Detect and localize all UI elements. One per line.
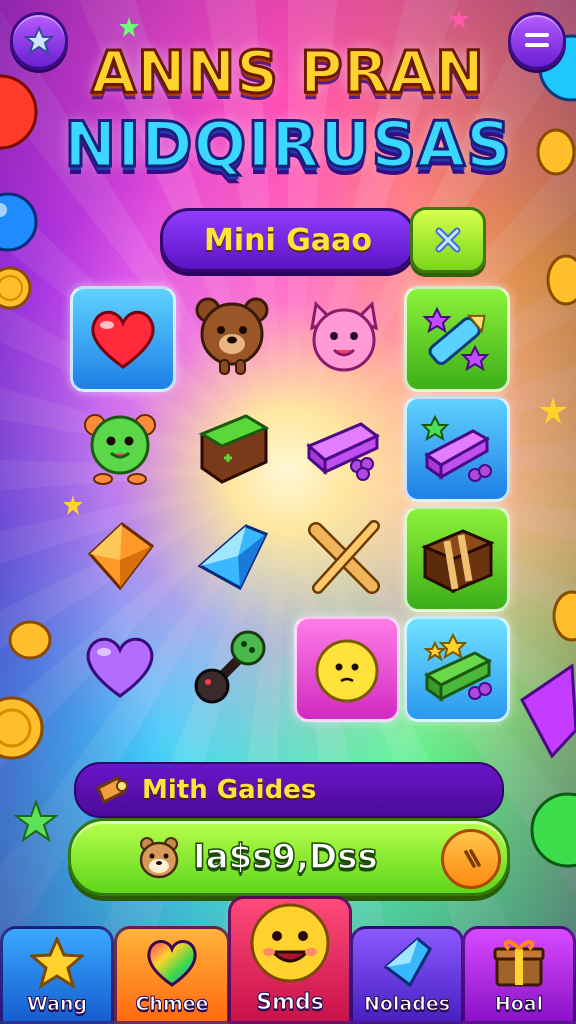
purple-gem-decoration [520, 663, 576, 759]
tab-smds-label: Smds [256, 990, 325, 1016]
grid-cell-green-monster[interactable] [70, 396, 170, 496]
star-decoration [14, 800, 58, 843]
score-action-button[interactable] [441, 829, 501, 889]
grid-cell-heart[interactable] [70, 286, 176, 392]
grid-cell-dumbbell[interactable] [182, 616, 282, 716]
coin-decoration [8, 620, 52, 660]
blue-crayon-icon [422, 306, 490, 372]
star-decoration [539, 397, 567, 424]
star-decoration [119, 17, 139, 37]
tab-hoal-label: Hoal [494, 993, 544, 1016]
grid-cell-crayon[interactable] [404, 286, 510, 392]
score-bar: Ia$s9,Dss [68, 818, 510, 896]
close-button[interactable] [410, 207, 486, 273]
rainbow-heart-icon [147, 940, 197, 987]
star-icon [30, 937, 84, 989]
grid-cell-pink-creature[interactable] [294, 286, 394, 386]
item-grid [64, 282, 512, 722]
grid-cell-blue-gem[interactable] [182, 506, 282, 606]
score-value: Ia$s9,Dss [192, 836, 378, 878]
tab-nolades[interactable]: Nolades [350, 926, 464, 1024]
game-title-line2: NIDQIRUSAS [63, 107, 513, 183]
tab-hoal[interactable]: Hoal [462, 926, 576, 1024]
grid-cell-crossed-sticks[interactable] [294, 506, 394, 606]
gift-box-icon [493, 940, 545, 987]
coin-decoration [552, 590, 576, 642]
purple-block-icon [420, 414, 492, 482]
hamster-avatar-icon [139, 837, 179, 879]
bottom-tab-bar: Wang Chmee Smds Nolades Hoal [0, 896, 576, 1024]
coin-decoration [0, 696, 44, 760]
game-title-line1: ANNS PRAN [90, 37, 486, 108]
crossed-sticks-icon [308, 520, 380, 594]
hint-label: Mith Gaides [142, 775, 317, 805]
dumbbell-icon [194, 630, 266, 704]
game-mode-label: Mini Gaao [204, 222, 372, 258]
grid-cell-yellow-blob[interactable] [294, 616, 400, 722]
brownie-icon [421, 529, 495, 594]
grid-cell-green-block[interactable] [404, 616, 510, 722]
tab-chmee[interactable]: Chmee [114, 926, 230, 1024]
horn-icon [96, 775, 128, 805]
tab-smds[interactable]: Smds [228, 896, 352, 1024]
coin-decoration [546, 254, 576, 306]
grid-cell-bear[interactable] [182, 286, 282, 386]
chocolate-block-icon [198, 414, 270, 484]
grid-cell-purple-block[interactable] [404, 396, 510, 502]
close-icon [435, 227, 461, 253]
blue-crystal-icon [383, 937, 432, 988]
smiley-face-icon [250, 903, 330, 983]
red-heart-icon [91, 310, 155, 369]
purple-heart-icon [86, 637, 154, 698]
orange-gem-icon [87, 522, 155, 591]
grid-cell-orange-gem[interactable] [70, 506, 170, 606]
green-block-icon [423, 632, 493, 702]
blue-bubble-decoration [0, 192, 38, 252]
game-mode-selector[interactable]: Mini Gaao [160, 208, 416, 272]
hint-panel[interactable]: Mith Gaides [74, 762, 504, 818]
coin-decoration [0, 266, 32, 310]
grid-cell-purple-bar[interactable] [294, 396, 394, 496]
yellow-blob-icon [315, 639, 379, 703]
grid-cell-brown-block[interactable] [182, 396, 282, 496]
star-decoration [449, 9, 469, 29]
bear-icon [195, 297, 269, 375]
pink-cat-icon [310, 300, 378, 372]
tab-wang-label: Wang [26, 993, 88, 1016]
tab-wang[interactable]: Wang [0, 926, 114, 1024]
tab-nolades-label: Nolades [363, 993, 451, 1016]
tab-chmee-label: Chmee [135, 993, 209, 1016]
purple-candy-bar-icon [306, 422, 380, 481]
green-bubble-decoration [530, 792, 576, 868]
grid-cell-purple-heart[interactable] [70, 616, 170, 716]
grid-cell-brownie[interactable] [404, 506, 510, 612]
blue-gem-icon [197, 524, 269, 591]
green-monster-icon [84, 414, 156, 485]
pause-icon [464, 849, 481, 868]
